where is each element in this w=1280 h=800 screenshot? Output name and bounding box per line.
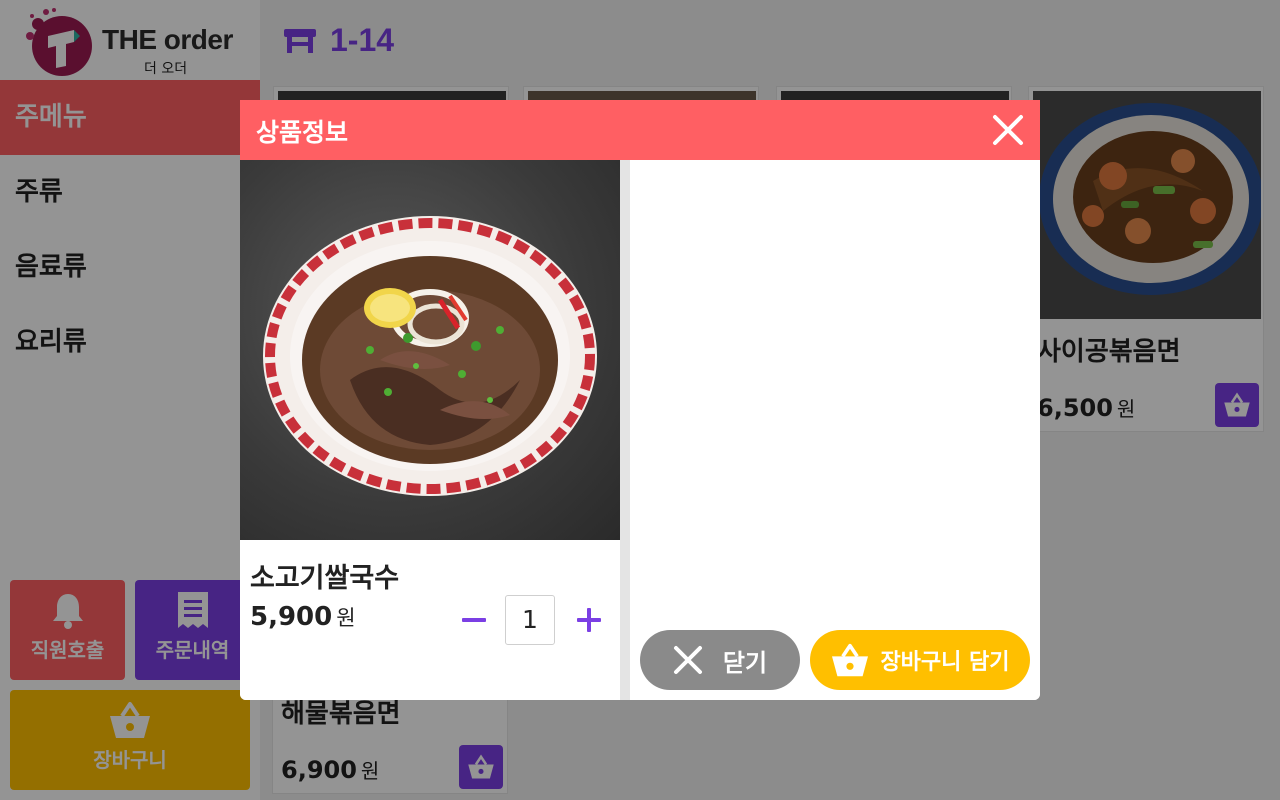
- product-photo: [240, 160, 620, 540]
- product-options-pane: 닫기 장바구니 담기: [630, 160, 1040, 700]
- plus-icon: [577, 608, 601, 632]
- modal-title: 상품정보: [256, 118, 349, 147]
- add-to-cart-label: 장바구니 담기: [880, 650, 1010, 675]
- quantity-increase-button[interactable]: [569, 600, 609, 640]
- close-button-label: 닫기: [722, 648, 768, 677]
- close-icon: [673, 646, 702, 674]
- pho-bowl-image: [263, 216, 597, 496]
- pane-divider: [620, 160, 630, 700]
- modal-header: 상품정보: [240, 100, 1040, 160]
- modal-close-button[interactable]: [988, 110, 1028, 150]
- add-to-cart-modal-button[interactable]: 장바구니 담기: [810, 630, 1030, 690]
- close-icon: [993, 115, 1023, 145]
- basket-icon: [832, 643, 869, 677]
- product-price: 5,900 원: [250, 602, 356, 632]
- minus-icon: [462, 618, 486, 622]
- product-info-modal: 상품정보 소고기쌀국수 5,900 원 1 닫기 장바구니 담기: [240, 100, 1040, 700]
- product-detail-pane: 소고기쌀국수 5,900 원 1: [240, 160, 620, 700]
- close-button[interactable]: 닫기: [640, 630, 800, 690]
- quantity-field[interactable]: 1: [505, 595, 555, 645]
- product-name: 소고기쌀국수: [250, 563, 400, 594]
- quantity-decrease-button[interactable]: [454, 600, 494, 640]
